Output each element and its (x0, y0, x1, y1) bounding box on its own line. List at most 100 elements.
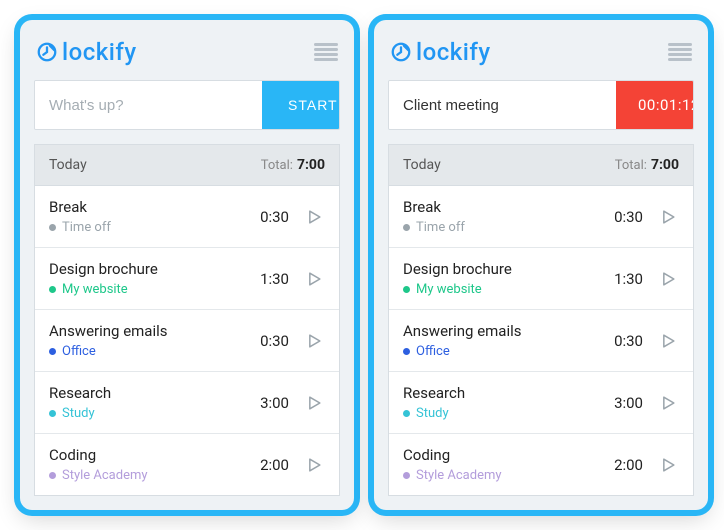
panel-header: lockify (388, 34, 694, 80)
project-color-dot (49, 286, 56, 293)
entry-title: Research (49, 384, 253, 402)
time-entry: Coding Style Academy 2:00 (389, 434, 693, 495)
entry-project: My website (403, 282, 607, 297)
stop-timer-button[interactable]: 00:01:12 (616, 81, 694, 129)
project-name: Time off (416, 220, 465, 235)
entry-title: Answering emails (403, 322, 607, 340)
time-entry: Break Time off 0:30 (389, 186, 693, 248)
list-header-label: Today (403, 157, 441, 173)
entry-info: Break Time off (403, 198, 607, 235)
entry-duration: 1:30 (607, 270, 643, 288)
entry-project: Office (403, 344, 607, 359)
entry-project: My website (49, 282, 253, 297)
play-icon[interactable] (657, 330, 679, 352)
project-color-dot (403, 348, 410, 355)
entry-title: Break (403, 198, 607, 216)
project-color-dot (49, 348, 56, 355)
entry-title: Design brochure (49, 260, 253, 278)
entry-title: Coding (49, 446, 253, 464)
project-name: Style Academy (62, 468, 148, 483)
task-input[interactable] (35, 81, 262, 129)
app-logo: lockify (390, 38, 491, 66)
time-entry: Answering emails Office 0:30 (389, 310, 693, 372)
entry-info: Answering emailsOffice (49, 322, 253, 359)
play-icon[interactable] (303, 206, 325, 228)
clockify-icon (36, 41, 58, 63)
entries-list: Today Total:7:00 Break Time off 0:30 Design… (388, 144, 694, 496)
menu-icon[interactable] (314, 43, 338, 61)
entry-duration: 1:30 (253, 270, 289, 288)
play-icon[interactable] (303, 454, 325, 476)
entry-duration: 3:00 (607, 394, 643, 412)
project-color-dot (49, 410, 56, 417)
play-icon[interactable] (303, 392, 325, 414)
panel-idle: lockify START Today Total:7:00 Break Time… (20, 20, 354, 510)
entry-title: Coding (403, 446, 607, 464)
time-entry: ResearchStudy3:00 (35, 372, 339, 434)
entry-title: Research (403, 384, 607, 402)
entry-project: Time off (403, 220, 607, 235)
project-name: Study (416, 406, 449, 421)
entry-duration: 2:00 (253, 456, 289, 474)
entry-info: Design brochure My website (403, 260, 607, 297)
project-name: Time off (62, 220, 111, 235)
time-entry: Design brochure My website 1:30 (35, 248, 339, 310)
list-header: Today Total:7:00 (389, 145, 693, 186)
entry-info: Design brochure My website (49, 260, 253, 297)
project-name: My website (62, 282, 128, 297)
entry-duration: 2:00 (607, 456, 643, 474)
play-icon[interactable] (657, 392, 679, 414)
entry-info: Break Time off (49, 198, 253, 235)
start-button[interactable]: START (262, 81, 340, 129)
entry-duration: 0:30 (607, 208, 643, 226)
app-name: lockify (62, 38, 137, 66)
panel-header: lockify (34, 34, 340, 80)
project-color-dot (403, 224, 410, 231)
entry-info: Research Study (403, 384, 607, 421)
entry-project: Style Academy (403, 468, 607, 483)
project-color-dot (49, 224, 56, 231)
entry-info: Answering emails Office (403, 322, 607, 359)
timer-input-row: 00:01:12 (388, 80, 694, 130)
list-header: Today Total:7:00 (35, 145, 339, 186)
play-icon[interactable] (303, 330, 325, 352)
entry-duration: 0:30 (253, 332, 289, 350)
entry-title: Design brochure (403, 260, 607, 278)
play-icon[interactable] (657, 206, 679, 228)
time-entry: Answering emailsOffice0:30 (35, 310, 339, 372)
project-color-dot (49, 472, 56, 479)
entries-list: Today Total:7:00 Break Time off 0:30 Design… (34, 144, 340, 496)
timer-input-row: START (34, 80, 340, 130)
entry-duration: 0:30 (253, 208, 289, 226)
entry-project: Study (49, 406, 253, 421)
project-color-dot (403, 286, 410, 293)
entry-info: Coding Style Academy (49, 446, 253, 483)
play-icon[interactable] (303, 268, 325, 290)
task-input[interactable] (389, 81, 616, 129)
time-entry: Break Time off 0:30 (35, 186, 339, 248)
project-color-dot (403, 472, 410, 479)
entry-project: Office (49, 344, 253, 359)
time-entry: Coding Style Academy 2:00 (35, 434, 339, 495)
time-entry: Research Study 3:00 (389, 372, 693, 434)
project-name: My website (416, 282, 482, 297)
list-header-label: Today (49, 157, 87, 173)
entry-info: Coding Style Academy (403, 446, 607, 483)
entry-project: Study (403, 406, 607, 421)
list-total: Total:7:00 (261, 157, 325, 173)
app-name: lockify (416, 38, 491, 66)
time-entry: Design brochure My website 1:30 (389, 248, 693, 310)
entry-duration: 0:30 (607, 332, 643, 350)
entry-project: Time off (49, 220, 253, 235)
project-name: Office (416, 344, 450, 359)
clockify-icon (390, 41, 412, 63)
entry-project: Style Academy (49, 468, 253, 483)
entry-info: Research Study (49, 384, 253, 421)
menu-icon[interactable] (668, 43, 692, 61)
entry-title: Break (49, 198, 253, 216)
project-name: Office (62, 344, 96, 359)
project-name: Style Academy (416, 468, 502, 483)
play-icon[interactable] (657, 268, 679, 290)
app-logo: lockify (36, 38, 137, 66)
play-icon[interactable] (657, 454, 679, 476)
